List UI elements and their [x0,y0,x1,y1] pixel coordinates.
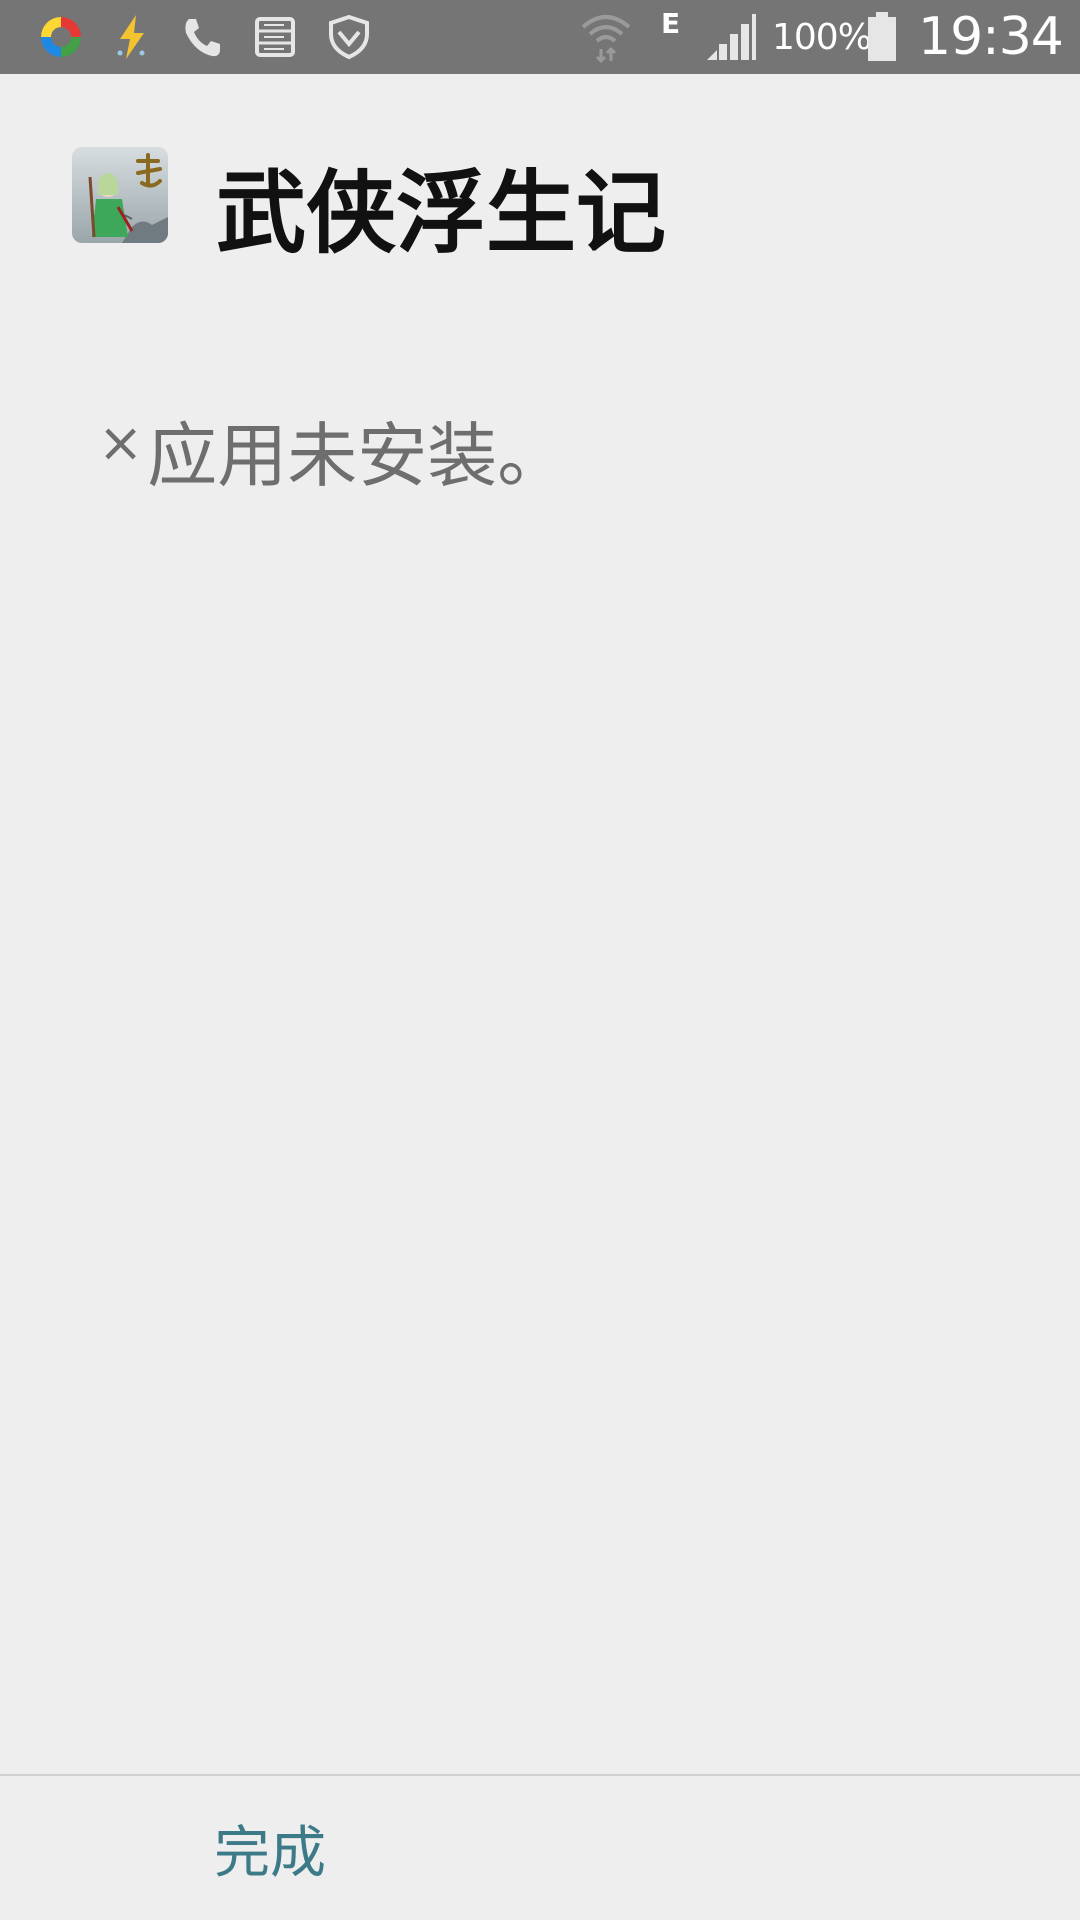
clock: 19:34 [918,7,1064,67]
battery-icon [864,0,900,74]
network-type-label: E [661,6,681,40]
phone-icon [180,0,224,74]
x-mark-icon: × [98,410,144,474]
storage-icon [253,0,297,74]
status-text: 应用未安装。 [147,414,568,497]
shield-icon [326,0,372,74]
status-bar: E 100% 19:34 [0,0,1080,74]
app-title: 武侠浮生记 [216,161,666,266]
wifi-icon [578,0,634,74]
install-status-message: × 应用未安装。 [98,400,567,500]
done-button[interactable]: 完成 [0,1776,540,1920]
multicolor-app-icon [36,0,86,74]
lightning-icon [110,0,154,74]
app-icon [72,147,168,243]
battery-percent: 100% [772,16,872,58]
signal-icon [704,0,758,74]
